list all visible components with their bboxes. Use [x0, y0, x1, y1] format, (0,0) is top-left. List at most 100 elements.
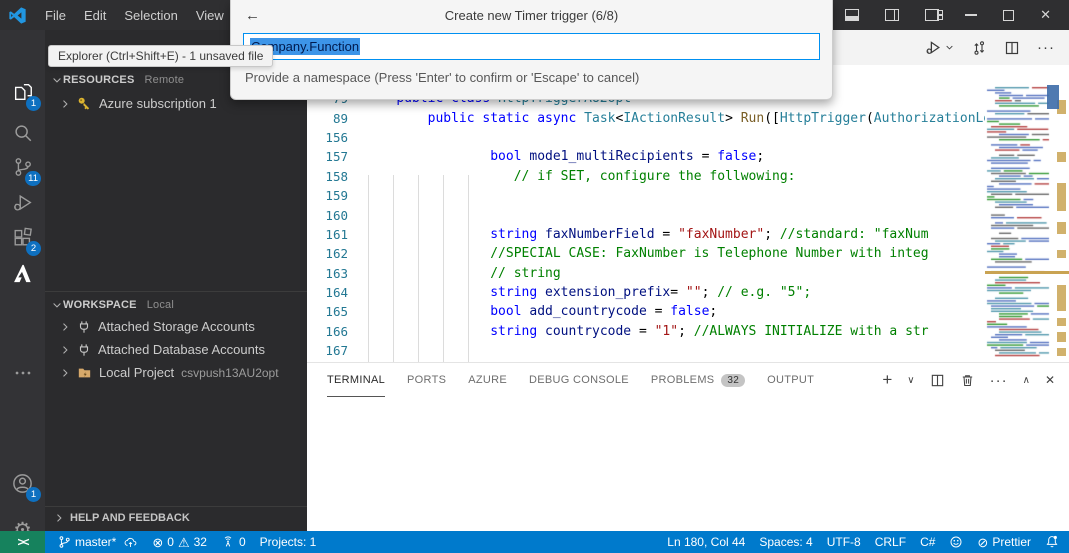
code-line-156: 156 — [307, 128, 985, 147]
code-line-89: 89 public static async Task<IActionResul… — [307, 108, 985, 127]
bell-icon — [1045, 535, 1059, 549]
minimap[interactable] — [985, 85, 1053, 357]
panel-tab-terminal[interactable]: TERMINAL — [327, 363, 385, 397]
projects-status[interactable]: Projects: 1 — [253, 531, 324, 553]
panel-tab-problems[interactable]: PROBLEMS32 — [651, 363, 745, 397]
ports-count: 0 — [239, 535, 246, 549]
eol-text: CRLF — [875, 535, 906, 549]
code-line-160: 160 — [307, 205, 985, 224]
formatter-status[interactable]: ⊘ Prettier — [970, 531, 1038, 553]
help-feedback-section-header[interactable]: HELP AND FEEDBACK — [45, 506, 307, 529]
language-text: C# — [920, 535, 935, 549]
split-panel-icon[interactable] — [930, 373, 945, 388]
dialog-hint: Provide a namespace (Press 'Enter' to co… — [231, 60, 832, 85]
chevron-down-icon — [945, 43, 954, 52]
panel-tab-debug-console[interactable]: DEBUG CONSOLE — [529, 363, 629, 397]
indentation-status[interactable]: Spaces: 4 — [752, 531, 819, 553]
tree-item-label: Local Project — [99, 365, 174, 380]
activity-source-control[interactable]: 11 — [0, 150, 45, 184]
extensions-badge: 2 — [26, 241, 41, 256]
chevron-right-icon — [59, 367, 71, 379]
toggle-panel-icon[interactable] — [845, 9, 859, 21]
kill-terminal-trash-icon[interactable] — [960, 373, 975, 388]
new-terminal-icon[interactable]: + — [882, 370, 892, 390]
encoding-status[interactable]: UTF-8 — [820, 531, 868, 553]
code-line-167: 167 — [307, 341, 985, 360]
code-lines: 79 public class HttpTriggerAU2opt89 publ… — [307, 89, 985, 360]
publish-cloud-icon — [123, 536, 138, 549]
namespace-input[interactable]: Company.Function — [243, 33, 820, 60]
toggle-secondary-sidebar-icon[interactable] — [885, 9, 899, 21]
run-debug-icon — [12, 192, 34, 214]
tree-item-label: Attached Database Accounts — [98, 342, 265, 357]
activity-search[interactable] — [0, 116, 45, 150]
workspace-section-header[interactable]: WORKSPACE Local — [45, 291, 307, 315]
window-controls: ✕ — [805, 0, 1069, 30]
bottom-panel: TERMINAL PORTS AZURE DEBUG CONSOLE PROBLEMS3… — [307, 362, 1069, 531]
line-number: 167 — [307, 343, 357, 358]
close-window-button[interactable]: ✕ — [1040, 0, 1051, 30]
status-bar: >< master* ⊗ 0 ⚠ 32 0 Projects: 1 Ln 180… — [0, 531, 1069, 553]
tree-item-attached-storage-accounts[interactable]: Attached Storage Accounts — [45, 315, 307, 338]
code-text: // if SET, configure the follwowing: — [357, 169, 795, 184]
minimize-button[interactable] — [965, 14, 977, 15]
overview-ruler[interactable] — [1053, 65, 1069, 362]
projects-count: Projects: 1 — [260, 535, 317, 549]
notifications-bell[interactable] — [1038, 531, 1069, 553]
activity-accounts[interactable]: 1 — [0, 466, 45, 500]
customize-layout-icon[interactable] — [925, 9, 939, 21]
activity-bar: 11121⚙1 — [0, 30, 45, 531]
activity-explorer[interactable]: 1 — [0, 75, 45, 109]
cursor-position[interactable]: Ln 180, Col 44 — [660, 531, 752, 553]
line-number: 166 — [307, 324, 357, 339]
line-number: 157 — [307, 149, 357, 164]
menu-selection[interactable]: Selection — [115, 8, 186, 23]
maximize-panel-icon[interactable]: ∧ — [1023, 375, 1030, 386]
git-branch-status[interactable]: master* — [51, 531, 145, 553]
remote-indicator[interactable]: >< — [0, 531, 45, 553]
run-or-debug-button[interactable] — [925, 39, 954, 56]
tree-item-description: csvpush13AU2opt — [181, 366, 278, 380]
editor-area: ··· 79 public class HttpTriggerAU2opt89 … — [307, 30, 1069, 531]
terminal-dropdown-icon[interactable]: ∨ — [907, 375, 914, 386]
branch-name: master* — [75, 535, 116, 549]
menu-file[interactable]: File — [36, 8, 75, 23]
more-actions-icon[interactable]: ··· — [1037, 39, 1055, 56]
split-editor-icon[interactable] — [1004, 40, 1020, 56]
line-number: 160 — [307, 208, 357, 223]
chevron-right-icon — [59, 98, 71, 110]
plug-icon — [77, 343, 91, 357]
key-icon — [77, 96, 92, 111]
code-line-161: 161 string faxNumberField = "faxNumber";… — [307, 225, 985, 244]
open-changes-icon[interactable] — [971, 40, 987, 56]
back-arrow-icon[interactable]: ← — [245, 7, 260, 24]
maximize-button[interactable] — [1003, 10, 1014, 21]
menu-view[interactable]: View — [187, 8, 233, 23]
minimap-slider[interactable] — [1047, 85, 1059, 109]
formatter-name: Prettier — [992, 535, 1031, 549]
activity-azure[interactable] — [0, 256, 45, 290]
code-line-166: 166 string countrycode = "1"; //ALWAYS I… — [307, 322, 985, 341]
panel-tab-azure[interactable]: AZURE — [468, 363, 507, 397]
close-panel-icon[interactable]: ✕ — [1045, 373, 1055, 387]
plug-icon — [77, 320, 91, 334]
tree-item-local-project[interactable]: Local Project csvpush13AU2opt — [45, 361, 307, 384]
tree-item-attached-database-accounts[interactable]: Attached Database Accounts — [45, 338, 307, 361]
code-editor[interactable]: 79 public class HttpTriggerAU2opt89 publ… — [307, 65, 1069, 362]
menu-edit[interactable]: Edit — [75, 8, 115, 23]
feedback-smiley[interactable] — [942, 531, 970, 553]
indent-guide — [393, 175, 394, 362]
activity-extensions[interactable]: 2 — [0, 220, 45, 254]
panel-tab-ports[interactable]: PORTS — [407, 363, 446, 397]
ruler-mark — [1057, 250, 1066, 258]
help-feedback-label: HELP AND FEEDBACK — [70, 512, 190, 524]
ruler-mark — [1057, 183, 1066, 211]
eol-status[interactable]: CRLF — [868, 531, 913, 553]
panel-more-actions-icon[interactable]: ··· — [990, 372, 1008, 389]
panel-tab-output[interactable]: OUTPUT — [767, 363, 814, 397]
language-mode[interactable]: C# — [913, 531, 942, 553]
ports-status[interactable]: 0 — [214, 531, 253, 553]
activity-more[interactable] — [0, 356, 45, 390]
problems-status[interactable]: ⊗ 0 ⚠ 32 — [145, 531, 214, 553]
activity-run-debug[interactable] — [0, 186, 45, 220]
